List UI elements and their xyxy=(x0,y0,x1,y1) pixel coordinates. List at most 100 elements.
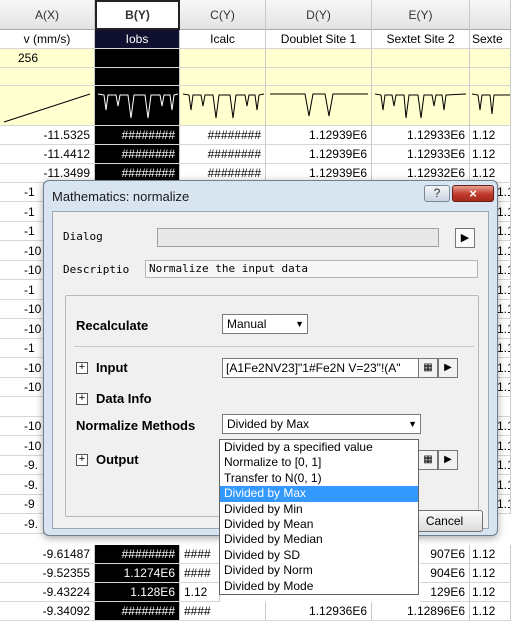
expand-plus-icon[interactable]: + xyxy=(76,454,88,466)
cell-c[interactable]: #### xyxy=(180,545,220,564)
dialog-theme-field[interactable] xyxy=(157,228,439,247)
column-browser-button[interactable]: ▦ xyxy=(418,358,438,378)
comment-e[interactable] xyxy=(372,68,470,86)
cell-f[interactable]: 1.12 xyxy=(470,545,511,564)
cell-e[interactable]: 904E6 xyxy=(420,564,470,583)
cell-a[interactable]: -10 xyxy=(0,417,44,436)
cell-b[interactable]: ######## xyxy=(95,145,180,164)
cell-a[interactable]: -9 xyxy=(0,495,44,514)
dropdown-option[interactable]: Divided by Norm xyxy=(220,563,418,578)
dropdown-option[interactable]: Transfer to N(0, 1) xyxy=(220,471,418,486)
cell-a[interactable]: -10 xyxy=(0,358,44,378)
cell-b[interactable]: ######## xyxy=(95,126,180,145)
col-header-f[interactable] xyxy=(470,0,511,30)
theme-arrow-button[interactable]: ▶ xyxy=(455,228,475,248)
longname-a[interactable]: v (mm/s) xyxy=(0,30,95,49)
cell-e[interactable]: 1.12933E6 xyxy=(372,126,470,145)
recalculate-select[interactable]: Manual ▼ xyxy=(222,314,308,334)
cell-a[interactable]: -9.43224 xyxy=(0,583,95,602)
units-e[interactable] xyxy=(372,49,470,68)
cell-a[interactable]: -9.52355 xyxy=(0,564,95,583)
cell-a[interactable]: -1 xyxy=(0,202,44,222)
longname-e[interactable]: Sextet Site 2 xyxy=(372,30,470,49)
cell-a[interactable]: -9. xyxy=(0,475,44,495)
cell-a[interactable]: -9. xyxy=(0,514,44,534)
longname-b[interactable]: Iobs xyxy=(95,30,180,49)
dropdown-option[interactable]: Divided by a specified value xyxy=(220,440,418,455)
cell-c[interactable]: #### xyxy=(180,602,266,621)
comment-a[interactable] xyxy=(0,68,95,86)
cell-a[interactable]: -10 xyxy=(0,436,44,456)
cell-d[interactable]: 1.12939E6 xyxy=(266,126,372,145)
dropdown-option[interactable]: Divided by SD xyxy=(220,548,418,563)
units-d[interactable] xyxy=(266,49,372,68)
col-header-b[interactable]: B(Y) xyxy=(95,0,180,30)
cell-a[interactable]: -9.34092 xyxy=(0,602,95,621)
cell-e[interactable]: 1.12933E6 xyxy=(372,145,470,164)
cell-c[interactable]: #### xyxy=(180,564,220,583)
help-button[interactable]: ? xyxy=(424,185,450,202)
cell-a[interactable]: -10 xyxy=(0,241,44,261)
cell-a[interactable]: -10 xyxy=(0,378,44,397)
cell-a[interactable]: -11.5325 xyxy=(0,126,95,145)
expand-plus-icon[interactable]: + xyxy=(76,393,88,405)
cell-a[interactable]: -10 xyxy=(0,319,44,339)
dropdown-option[interactable]: Divided by Mode xyxy=(220,579,418,594)
units-f[interactable] xyxy=(470,49,511,68)
cell-a[interactable]: -1 xyxy=(0,222,44,241)
col-header-a[interactable]: A(X) xyxy=(0,0,95,30)
cell-b[interactable]: ######## xyxy=(95,545,180,564)
cell-e[interactable]: 1.12896E6 xyxy=(372,602,470,621)
dropdown-option[interactable]: Divided by Median xyxy=(220,532,418,547)
input-arrow-button[interactable]: ▶ xyxy=(438,358,458,378)
cell-b[interactable]: 1.128E6 xyxy=(95,583,180,602)
cell-f[interactable]: 1.12 xyxy=(470,583,511,602)
output-browser-button[interactable]: ▦ xyxy=(418,450,438,470)
units-a[interactable]: 256 xyxy=(0,49,95,68)
cell-a[interactable]: -10 xyxy=(0,261,44,280)
dropdown-option[interactable]: Normalize to [0, 1] xyxy=(220,455,418,470)
dropdown-option-selected[interactable]: Divided by Max xyxy=(220,486,418,502)
comment-b[interactable] xyxy=(95,68,180,86)
longname-d[interactable]: Doublet Site 1 xyxy=(266,30,372,49)
comment-d[interactable] xyxy=(266,68,372,86)
normalize-methods-select[interactable]: Divided by Max ▼ xyxy=(222,414,421,434)
cell-c[interactable]: ######## xyxy=(180,145,266,164)
cell-e[interactable]: 129E6 xyxy=(420,583,470,602)
longname-c[interactable]: Icalc xyxy=(180,30,266,49)
col-header-e[interactable]: E(Y) xyxy=(372,0,470,30)
cell-a[interactable]: -1 xyxy=(0,339,44,358)
cell-f[interactable]: 1.12 xyxy=(470,602,511,621)
close-button[interactable]: × xyxy=(452,185,494,202)
cell-a[interactable] xyxy=(0,397,44,417)
col-header-c[interactable]: C(Y) xyxy=(180,0,266,30)
cell-f[interactable]: 1.12 xyxy=(470,564,511,583)
cell-e[interactable]: 907E6 xyxy=(420,545,470,564)
cell-a[interactable]: -10 xyxy=(0,300,44,319)
input-range-field[interactable]: [A1Fe2NV23]"1#Fe2N V=23"!(A" xyxy=(222,358,420,378)
dropdown-option[interactable]: Divided by Mean xyxy=(220,517,418,532)
dropdown-option[interactable]: Divided by Min xyxy=(220,502,418,517)
units-b[interactable] xyxy=(95,49,180,68)
longname-f[interactable]: Sexte xyxy=(470,30,511,49)
comment-f[interactable] xyxy=(470,68,511,86)
expand-plus-icon[interactable]: + xyxy=(76,362,88,374)
cell-d[interactable]: 1.12939E6 xyxy=(266,145,372,164)
cell-a[interactable]: -1 xyxy=(0,280,44,300)
cell-d[interactable]: 1.12936E6 xyxy=(266,602,372,621)
comment-c[interactable] xyxy=(180,68,266,86)
cell-f[interactable]: 1.12 xyxy=(470,126,511,145)
cell-a[interactable]: -11.4412 xyxy=(0,145,95,164)
close-icon: × xyxy=(469,186,477,201)
cell-c[interactable]: ######## xyxy=(180,126,266,145)
output-arrow-button[interactable]: ▶ xyxy=(438,450,458,470)
cell-b[interactable]: 1.1274E6 xyxy=(95,564,180,583)
units-c[interactable] xyxy=(180,49,266,68)
cell-a[interactable]: -9. xyxy=(0,456,44,475)
cell-f[interactable]: 1.12 xyxy=(470,145,511,164)
cell-a[interactable]: -9.61487 xyxy=(0,545,95,564)
cell-b[interactable]: ######## xyxy=(95,602,180,621)
col-header-d[interactable]: D(Y) xyxy=(266,0,372,30)
cell-c[interactable]: 1.12 xyxy=(180,583,220,602)
cell-a[interactable]: -1 xyxy=(0,183,44,202)
